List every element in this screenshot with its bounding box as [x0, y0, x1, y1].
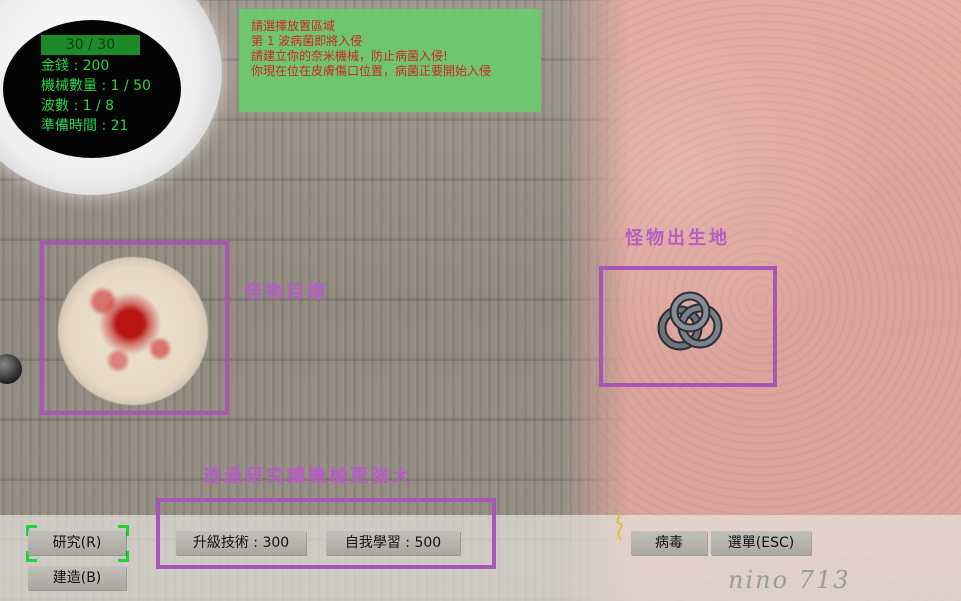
machine-count-text: 機械數量 : 1 / 50 — [41, 78, 151, 94]
wave-text: 波數 : 1 / 8 — [41, 98, 115, 114]
knot-monster-icon — [657, 291, 723, 351]
lightning-icon — [615, 512, 624, 541]
artist-signature: nino 713 — [728, 566, 851, 594]
spawn-label: 怪物出生地 — [625, 228, 730, 249]
research-tip-label: 透過研究讓機械更強大 — [203, 466, 413, 487]
build-button[interactable]: 建造(B) — [28, 566, 126, 590]
target-label: 怪物目標 — [244, 282, 328, 303]
prep-time-text: 準備時間 : 21 — [41, 118, 129, 134]
message-line: 第 1 波病菌即將入侵 — [251, 34, 363, 48]
message-line: 你現在位在皮膚傷口位置，病菌正要開始入侵 — [251, 64, 492, 78]
game-scene[interactable]: 30 / 30 金錢 : 200 機械數量 : 1 / 50 波數 : 1 / … — [0, 0, 961, 601]
menu-button[interactable]: 選單(ESC) — [711, 531, 811, 555]
hud-stats: 金錢 : 200 機械數量 : 1 / 50 波數 : 1 / 8 準備時間 :… — [41, 56, 151, 136]
message-box: 請選擇放置區域 第 1 波病菌即將入侵 請建立你的奈米機械，防止病菌入侵! 你現… — [239, 9, 541, 112]
research-button[interactable]: 研究(R) — [28, 531, 126, 555]
upgrade-tech-button[interactable]: 升級技術 : 300 — [176, 531, 306, 555]
self-learning-button[interactable]: 自我學習 : 500 — [326, 531, 460, 555]
target-highlight-box — [40, 241, 229, 415]
hp-bar: 30 / 30 — [41, 35, 140, 55]
message-line: 請建立你的奈米機械，防止病菌入侵! — [251, 49, 448, 63]
message-line: 請選擇放置區域 — [251, 19, 336, 33]
money-text: 金錢 : 200 — [41, 58, 110, 74]
virus-button[interactable]: 病毒 — [631, 531, 707, 555]
